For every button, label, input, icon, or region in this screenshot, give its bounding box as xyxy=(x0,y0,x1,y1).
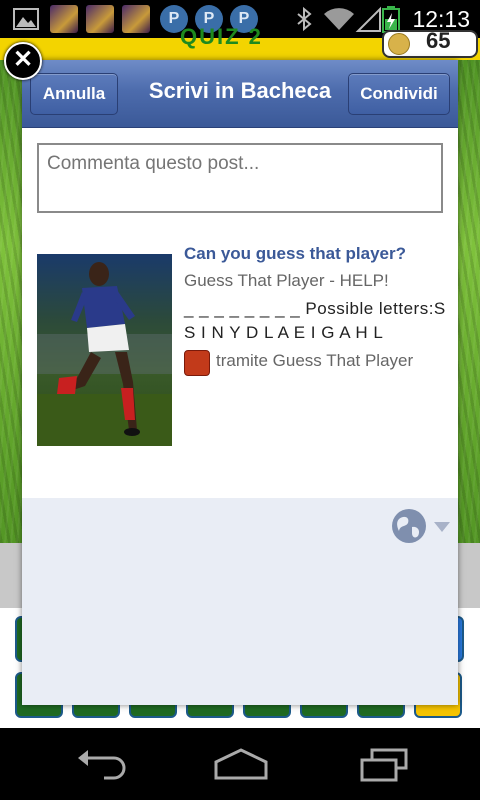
privacy-dropdown-arrow[interactable] xyxy=(434,522,450,532)
game-avatar-icon xyxy=(50,5,78,33)
game-title: QUIZ 2 xyxy=(180,24,263,49)
game-avatar-icon xyxy=(86,5,114,33)
link-subtitle: Guess That Player - HELP! xyxy=(184,271,389,290)
app-icon xyxy=(184,350,210,376)
link-thumbnail xyxy=(37,254,172,446)
game-avatar-icon xyxy=(122,5,150,33)
close-button[interactable]: ✕ xyxy=(4,42,42,80)
picture-icon xyxy=(13,8,39,30)
link-title[interactable]: Can you guess that player? xyxy=(184,244,406,264)
link-description: _ _ _ _ _ _ _ _ Possible letters:S S I N… xyxy=(184,299,446,342)
home-icon[interactable] xyxy=(212,748,270,782)
recent-apps-icon[interactable] xyxy=(358,748,410,782)
signal-icon xyxy=(355,6,381,32)
share-button[interactable]: Condividi xyxy=(348,73,450,115)
coin-counter: 65 xyxy=(382,28,478,58)
dialog-body: Can you guess that player? Guess That Pl… xyxy=(22,128,458,498)
globe-icon[interactable] xyxy=(390,507,428,545)
football-player-image xyxy=(37,262,172,446)
bluetooth-icon xyxy=(297,6,312,32)
back-icon[interactable] xyxy=(74,748,126,782)
comment-input[interactable] xyxy=(37,143,443,213)
navigation-bar xyxy=(0,728,480,800)
wifi-icon xyxy=(324,8,354,30)
dialog-header: Annulla Scrivi in Bacheca Condividi xyxy=(22,60,458,128)
coin-icon xyxy=(388,33,410,55)
battery-icon xyxy=(382,6,400,33)
share-dialog: Annulla Scrivi in Bacheca Condividi Can … xyxy=(22,60,458,705)
via-app-label: tramite Guess That Player xyxy=(216,351,414,370)
cancel-button[interactable]: Annulla xyxy=(30,73,118,115)
coin-count: 65 xyxy=(426,28,451,53)
dialog-title: Scrivi in Bacheca xyxy=(148,78,332,103)
